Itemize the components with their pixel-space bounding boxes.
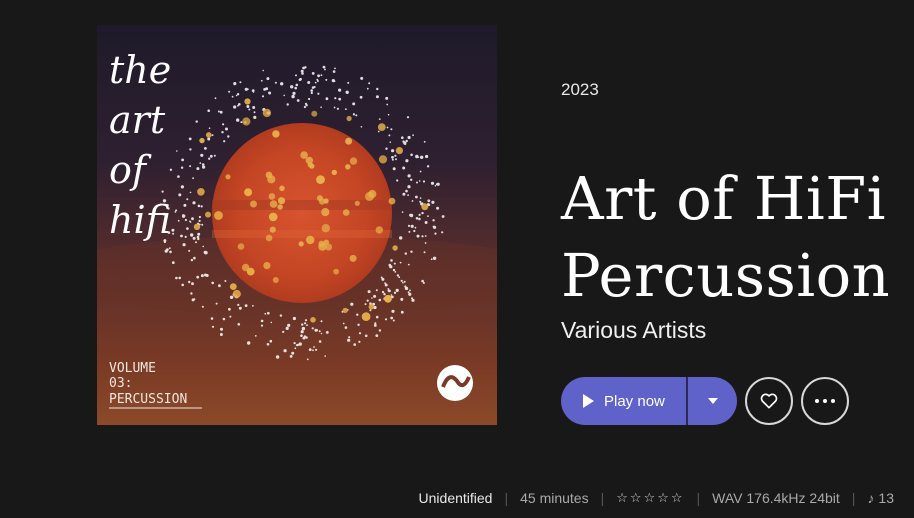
favorite-button[interactable]	[745, 377, 793, 425]
cover-volume-line: PERCUSSION	[109, 392, 187, 407]
meta-separator: |	[696, 490, 701, 506]
play-icon	[583, 394, 594, 408]
play-split-button: Play now	[561, 377, 737, 425]
cover-volume-line: 03:	[109, 376, 132, 391]
rating-stars[interactable]: ☆☆☆☆☆	[616, 490, 684, 506]
play-now-button[interactable]: Play now	[561, 377, 686, 425]
track-count: 13	[878, 490, 894, 506]
album-cover[interactable]: the art of hifi VOLUME 03: PERCUSSION	[97, 25, 497, 425]
album-metadata-bar: Unidentified | 45 minutes | ☆☆☆☆☆ | WAV …	[419, 490, 894, 506]
tracks-icon: ♪	[867, 490, 875, 506]
more-dots-icon	[815, 399, 835, 403]
cover-logo-line: of	[109, 148, 152, 192]
cover-volume-line: VOLUME	[109, 361, 156, 376]
cover-logo-line: art	[109, 98, 166, 142]
album-year: 2023	[561, 80, 599, 99]
identification-status[interactable]: Unidentified	[419, 490, 493, 506]
meta-separator: |	[851, 490, 856, 506]
more-options-button[interactable]	[801, 377, 849, 425]
audio-format: WAV 176.4kHz 24bit	[712, 490, 840, 506]
cover-logo-line: the	[109, 48, 171, 92]
heart-icon	[760, 393, 778, 409]
album-cover-art: the art of hifi VOLUME 03: PERCUSSION	[97, 25, 497, 425]
album-artist-link[interactable]: Various Artists	[561, 317, 706, 344]
album-title: Art of HiFi Percussion	[561, 160, 911, 314]
meta-separator: |	[504, 490, 509, 506]
album-title-line: Percussion	[561, 241, 891, 310]
cover-logo-line: hifi	[109, 198, 171, 242]
label-logo-icon	[437, 365, 473, 401]
caret-down-icon	[707, 398, 718, 404]
album-title-line: Art of HiFi	[561, 164, 887, 233]
meta-separator: |	[600, 490, 605, 506]
album-duration: 45 minutes	[520, 490, 589, 506]
play-options-dropdown-button[interactable]	[688, 377, 737, 425]
play-now-label: Play now	[604, 392, 665, 410]
